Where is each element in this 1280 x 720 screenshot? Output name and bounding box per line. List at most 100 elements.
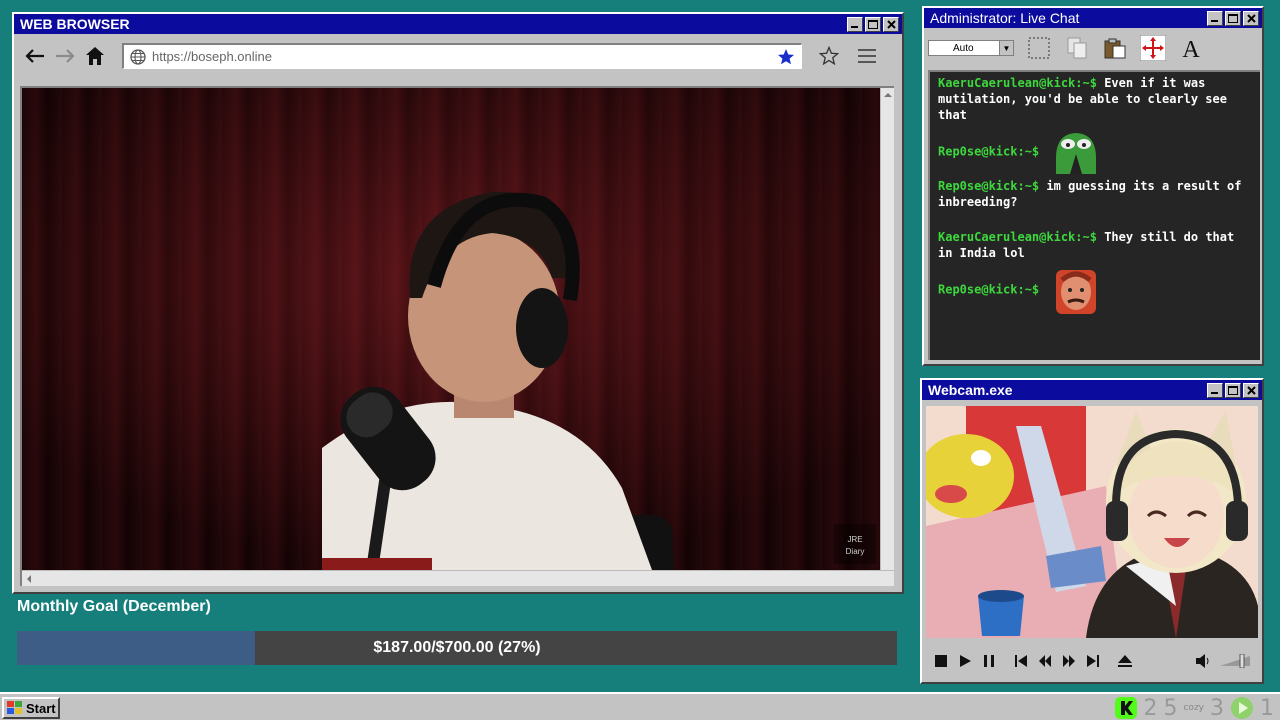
skip-back-icon (1015, 655, 1027, 667)
back-button[interactable] (22, 43, 48, 69)
chat-message: Rep0se@kick:~$ (938, 266, 1252, 314)
svg-text:Diary: Diary (846, 547, 865, 556)
close-button[interactable] (883, 16, 899, 32)
previous-button[interactable] (1014, 654, 1028, 668)
goal-title: Monthly Goal (December) (17, 598, 211, 615)
maximize-button[interactable] (1225, 382, 1241, 398)
webcam-feed (926, 406, 1258, 638)
vertical-scrollbar[interactable] (880, 88, 894, 570)
chat-message: Rep0se@kick:~$ (938, 128, 1252, 176)
chat-username: KaeruCaerulean@kick:~$ (938, 76, 1097, 90)
chat-username: Rep0se@kick:~$ (938, 282, 1040, 297)
forward-button[interactable] (52, 43, 78, 69)
kick-logo-icon[interactable] (1115, 697, 1138, 719)
browser-titlebar[interactable]: WEB BROWSER (14, 14, 902, 34)
cozy-label: cozy (1183, 703, 1204, 713)
pause-icon (984, 655, 994, 667)
volume-slider-icon (1220, 654, 1250, 668)
chat-toolbar: Auto ▼ A (924, 28, 1262, 68)
svg-text:JRE: JRE (847, 535, 862, 544)
chat-message: Rep0se@kick:~$ im guessing its a result … (938, 178, 1252, 210)
video-frame[interactable]: JRE Diary (22, 88, 880, 570)
select-tool-button[interactable] (1026, 35, 1052, 61)
minimize-icon (851, 26, 858, 28)
close-icon (886, 19, 896, 29)
chat-title: Administrator: Live Chat (930, 10, 1080, 26)
font-button[interactable]: A (1178, 35, 1204, 61)
eject-icon (1118, 655, 1132, 667)
stop-button[interactable] (934, 654, 948, 668)
windows-logo-icon (7, 701, 22, 714)
paste-button[interactable] (1102, 35, 1128, 61)
browser-title: WEB BROWSER (20, 16, 130, 32)
minimize-button[interactable] (847, 16, 863, 32)
webcam-titlebar[interactable]: Webcam.exe (922, 380, 1262, 400)
home-button[interactable] (82, 43, 108, 69)
maximize-icon (1228, 385, 1238, 395)
goal-progress-text: $187.00/$700.00 (27%) (373, 639, 541, 656)
chevron-down-icon: ▼ (999, 41, 1013, 55)
tray-count-1: 2 (1143, 695, 1158, 720)
tray-count-2: 5 (1163, 695, 1178, 720)
play-button[interactable] (958, 654, 972, 668)
taskbar: Start 2 5 cozy 3 1 (0, 692, 1280, 720)
url-text: https://boseph.online (152, 49, 272, 64)
minimize-button[interactable] (1207, 382, 1223, 398)
minimize-icon (1211, 20, 1218, 22)
start-button[interactable]: Start (2, 697, 60, 719)
volume-button[interactable] (1196, 654, 1210, 668)
skip-forward-icon (1087, 655, 1099, 667)
arrow-right-icon (56, 49, 75, 63)
font-size-value: Auto (953, 42, 974, 54)
address-bar[interactable]: https://boseph.online (122, 43, 802, 69)
star-filled-icon[interactable] (777, 48, 795, 66)
close-icon (1246, 385, 1256, 395)
font-size-select[interactable]: Auto ▼ (928, 40, 1014, 56)
minimize-button[interactable] (1207, 10, 1223, 26)
move-button[interactable] (1140, 35, 1166, 61)
volume-slider[interactable] (1220, 654, 1250, 668)
system-tray: 2 5 cozy 3 1 (1115, 696, 1274, 720)
scroll-left-icon (27, 575, 31, 583)
chat-username: Rep0se@kick:~$ (938, 144, 1040, 159)
rewind-button[interactable] (1038, 654, 1052, 668)
star-outline-icon (819, 46, 839, 66)
font-icon: A (1182, 37, 1200, 60)
vtuber-avatar-scene (926, 406, 1258, 638)
chat-log[interactable]: KaeruCaerulean@kick:~$ Even if it was mu… (928, 70, 1260, 360)
clipboard-icon (1104, 38, 1126, 59)
home-icon (86, 47, 104, 65)
maximize-button[interactable] (1225, 10, 1241, 26)
menu-button[interactable] (854, 43, 880, 69)
maximize-button[interactable] (865, 16, 881, 32)
horizontal-scrollbar[interactable] (22, 570, 894, 586)
browser-navbar: https://boseph.online (14, 34, 902, 78)
play-circle-icon[interactable] (1230, 696, 1254, 720)
arrow-left-icon (25, 49, 44, 63)
chat-username: KaeruCaerulean@kick:~$ (938, 230, 1097, 244)
chat-message: KaeruCaerulean@kick:~$ They still do tha… (938, 229, 1252, 261)
scroll-up-icon (884, 93, 892, 97)
fast-forward-icon (1063, 655, 1075, 667)
next-button[interactable] (1086, 654, 1100, 668)
pause-button[interactable] (982, 654, 996, 668)
fast-forward-button[interactable] (1062, 654, 1076, 668)
goal-progress-bar: $187.00/$700.00 (27%) (17, 631, 897, 665)
globe-icon (130, 48, 146, 65)
maximize-icon (868, 19, 878, 29)
tray-count-3: 3 (1210, 695, 1224, 720)
chat-window: Administrator: Live Chat Auto ▼ A KaeruC… (922, 6, 1264, 366)
stop-icon (935, 655, 947, 667)
close-icon (1246, 13, 1256, 23)
bookmark-button[interactable] (816, 43, 842, 69)
eject-button[interactable] (1118, 654, 1132, 668)
rewind-icon (1039, 655, 1051, 667)
close-button[interactable] (1243, 382, 1259, 398)
chat-username: Rep0se@kick:~$ (938, 179, 1040, 193)
copy-button[interactable] (1064, 35, 1090, 61)
close-button[interactable] (1243, 10, 1259, 26)
media-controls (926, 644, 1258, 678)
marquee-select-icon (1028, 37, 1050, 59)
browser-viewport: JRE Diary (20, 86, 894, 586)
chat-titlebar[interactable]: Administrator: Live Chat (924, 8, 1262, 28)
